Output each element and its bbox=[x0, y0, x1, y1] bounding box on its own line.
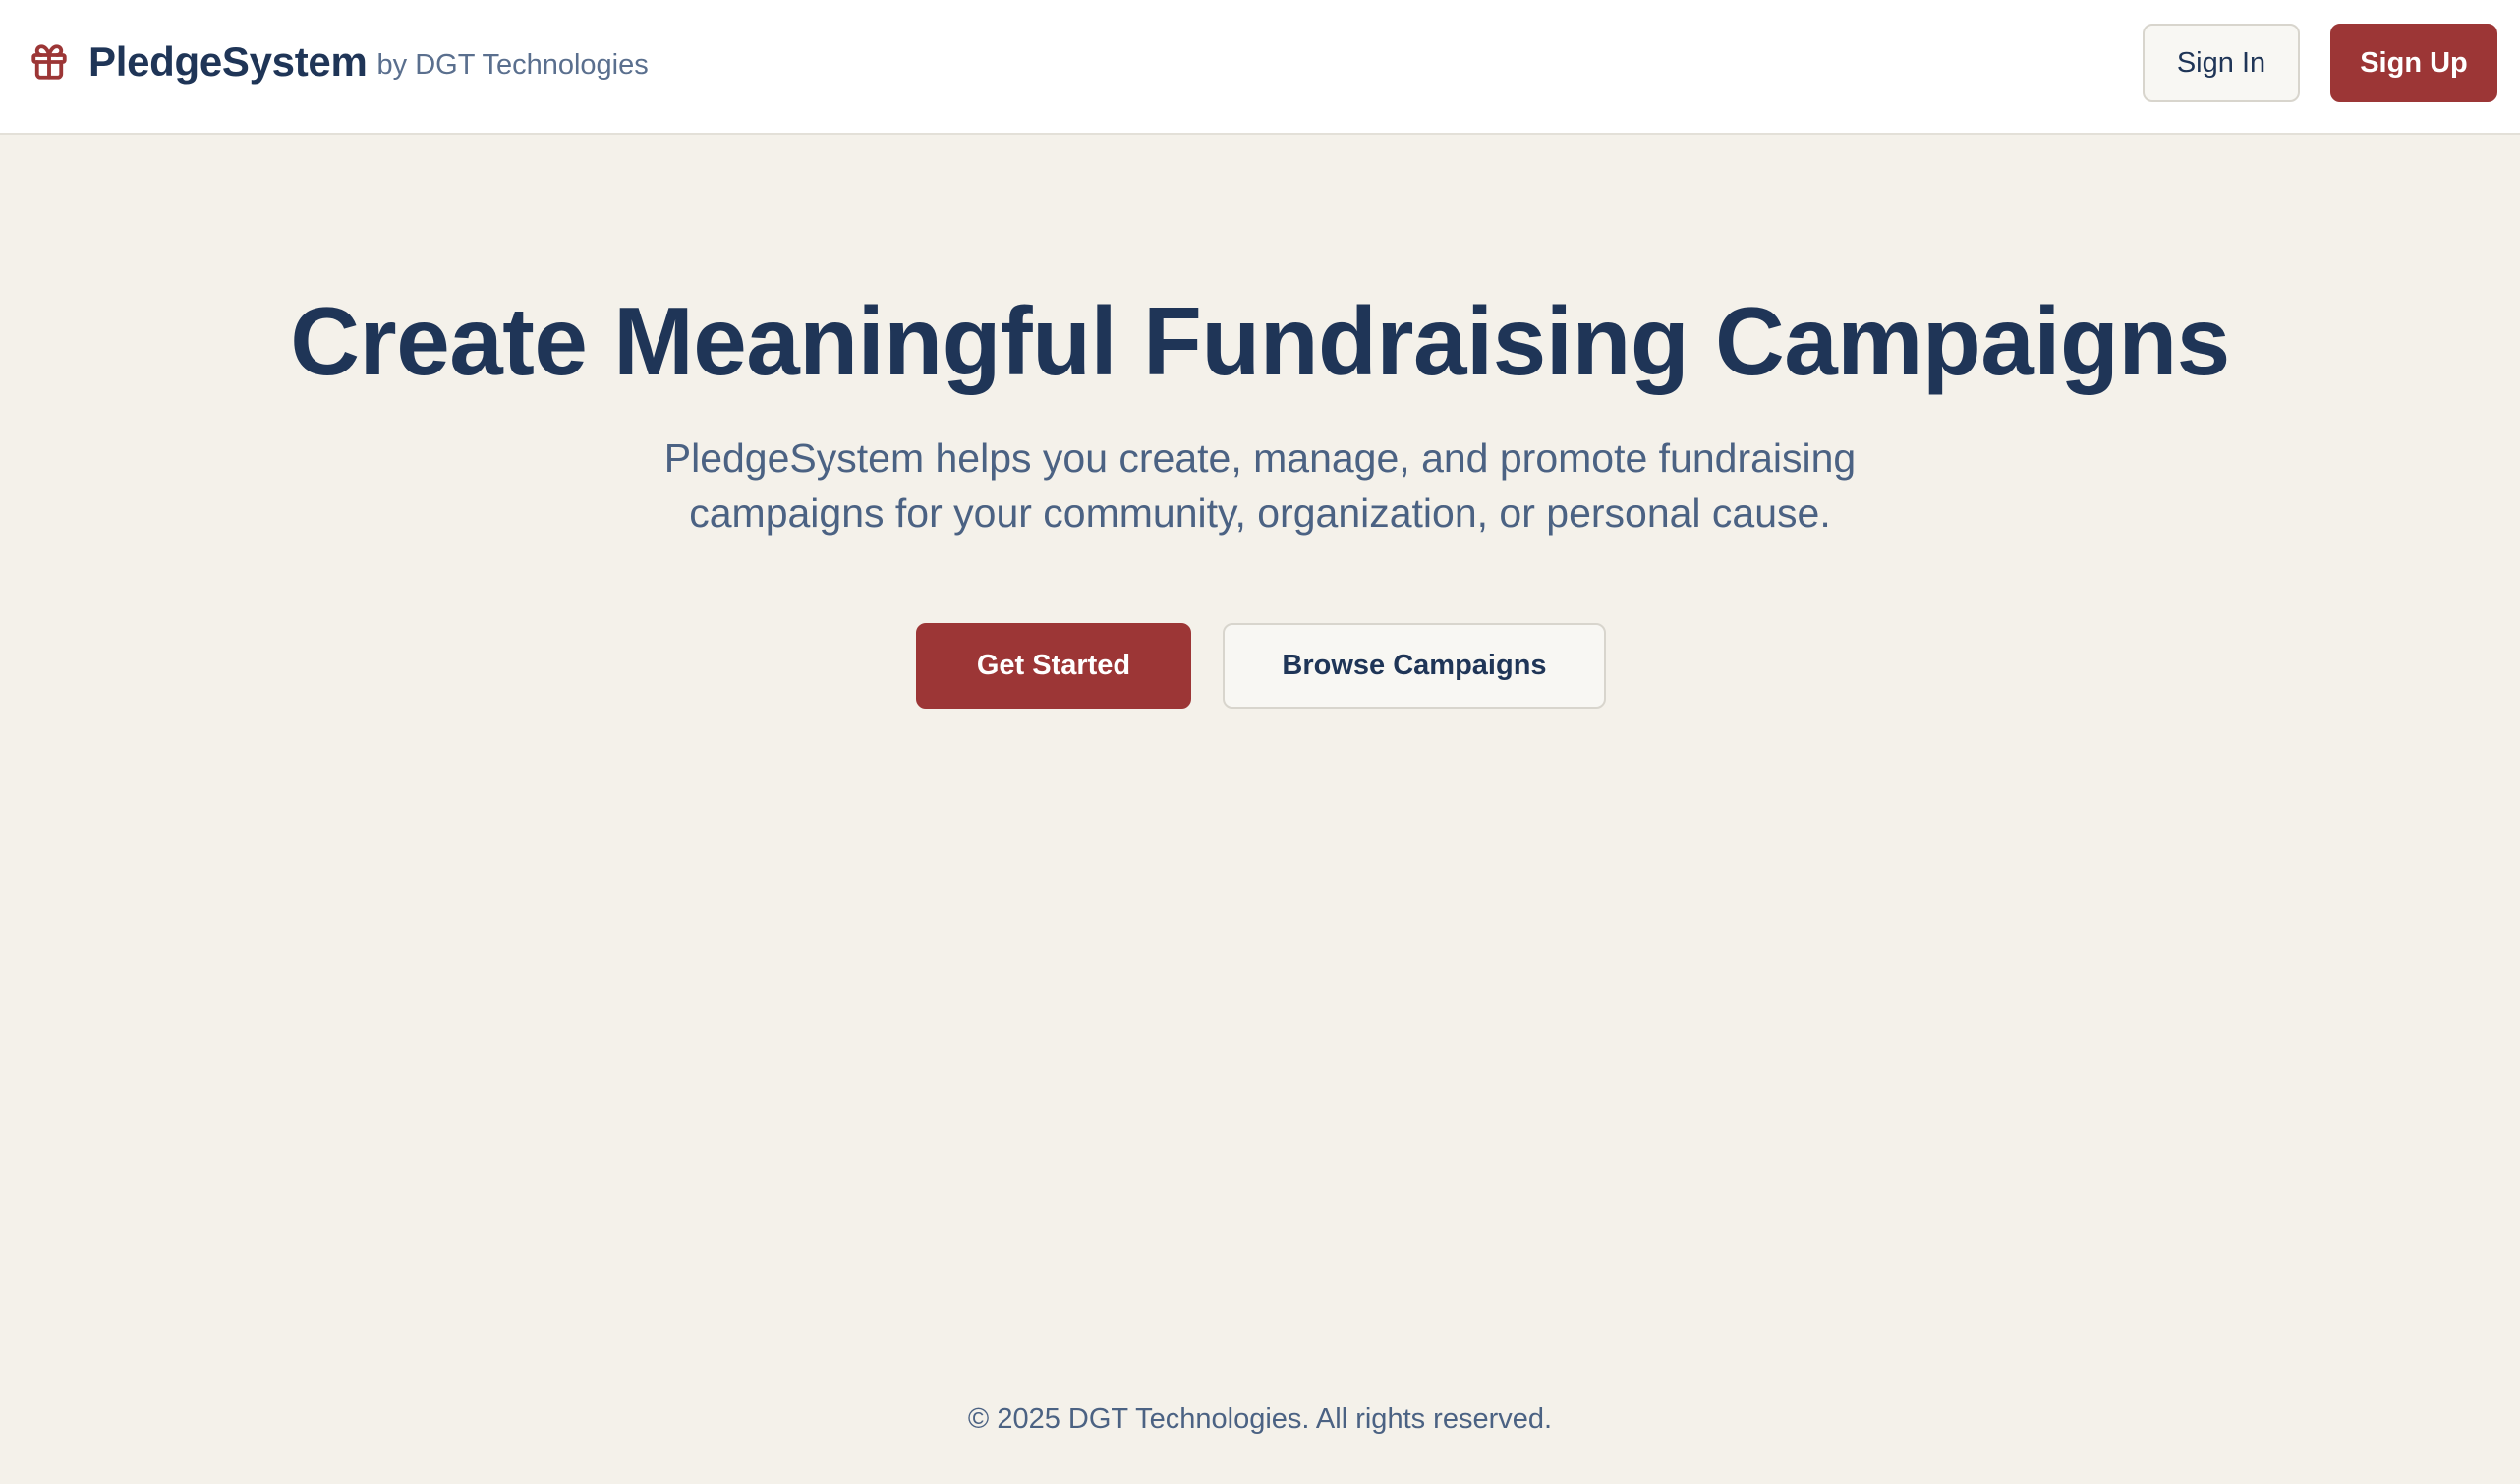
brand-byline: by DGT Technologies bbox=[376, 48, 649, 81]
get-started-button[interactable]: Get Started bbox=[916, 623, 1191, 709]
footer-copyright: © 2025 DGT Technologies. All rights rese… bbox=[967, 1403, 1553, 1435]
browse-campaigns-button[interactable]: Browse Campaigns bbox=[1223, 623, 1606, 709]
top-navigation-bar: PledgeSystem by DGT Technologies Sign In… bbox=[0, 0, 2520, 135]
gift-icon bbox=[28, 39, 71, 85]
sign-up-button[interactable]: Sign Up bbox=[2330, 24, 2497, 102]
hero-subtitle: PledgeSystem helps you create, manage, a… bbox=[663, 435, 1857, 536]
hero-title: Create Meaningful Fundraising Campaigns bbox=[290, 287, 2230, 395]
sign-in-button[interactable]: Sign In bbox=[2143, 24, 2300, 102]
brand-name: PledgeSystem bbox=[88, 38, 368, 85]
brand-logo-link[interactable]: PledgeSystem by DGT Technologies bbox=[28, 37, 649, 86]
